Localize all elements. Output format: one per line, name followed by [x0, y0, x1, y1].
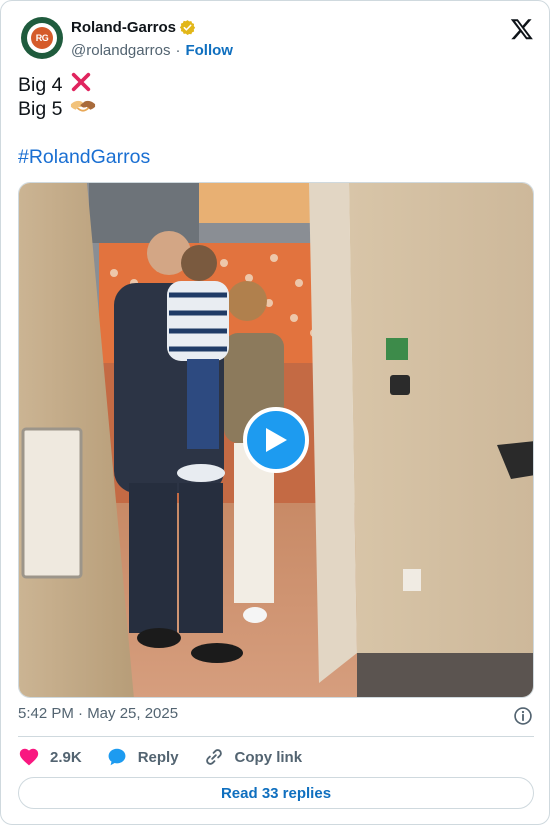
tweet-embed-card: RG Roland-Garros @rolandgarros · Follow …: [0, 0, 550, 825]
reply-button[interactable]: Reply: [106, 746, 179, 768]
tweet-line-1: Big 4: [18, 72, 533, 97]
reply-label: Reply: [137, 748, 179, 766]
like-button[interactable]: 2.9K: [18, 746, 82, 768]
like-count: 2.9K: [50, 748, 82, 766]
video-media[interactable]: [18, 182, 534, 698]
avatar-logo: RG: [31, 27, 53, 49]
info-icon[interactable]: [513, 706, 533, 726]
tweet-text: Big 4 Big 5: [18, 72, 533, 121]
x-logo-icon[interactable]: [510, 17, 534, 41]
copy-link-button[interactable]: Copy link: [203, 746, 303, 768]
timestamp-row: 5:42 PM · May 25, 2025: [18, 705, 533, 727]
handshake-emoji: [70, 95, 96, 123]
link-icon: [205, 749, 222, 765]
heart-icon: [19, 748, 39, 766]
user-handle[interactable]: @rolandgarros: [71, 42, 170, 59]
verified-badge-icon: [179, 19, 196, 35]
tweet-timestamp[interactable]: 5:42 PM · May 25, 2025: [18, 705, 178, 722]
display-name[interactable]: Roland-Garros: [71, 19, 176, 36]
separator-dot: ·: [175, 41, 181, 59]
read-replies-button[interactable]: Read 33 replies: [18, 777, 534, 809]
follow-button[interactable]: Follow: [185, 42, 233, 59]
play-icon: [266, 428, 287, 452]
copy-link-label: Copy link: [234, 748, 303, 766]
play-button[interactable]: [243, 407, 309, 473]
user-info: Roland-Garros @rolandgarros · Follow: [71, 17, 233, 60]
tweet-header: RG Roland-Garros @rolandgarros · Follow: [21, 17, 536, 61]
avatar[interactable]: RG: [21, 17, 63, 59]
tweet-line-2: Big 5: [18, 97, 533, 121]
action-bar: 2.9K Reply Copy link: [18, 745, 326, 769]
reply-bubble-icon: [108, 748, 126, 766]
hashtag-link[interactable]: #RolandGarros: [18, 146, 150, 169]
divider: [18, 736, 534, 737]
